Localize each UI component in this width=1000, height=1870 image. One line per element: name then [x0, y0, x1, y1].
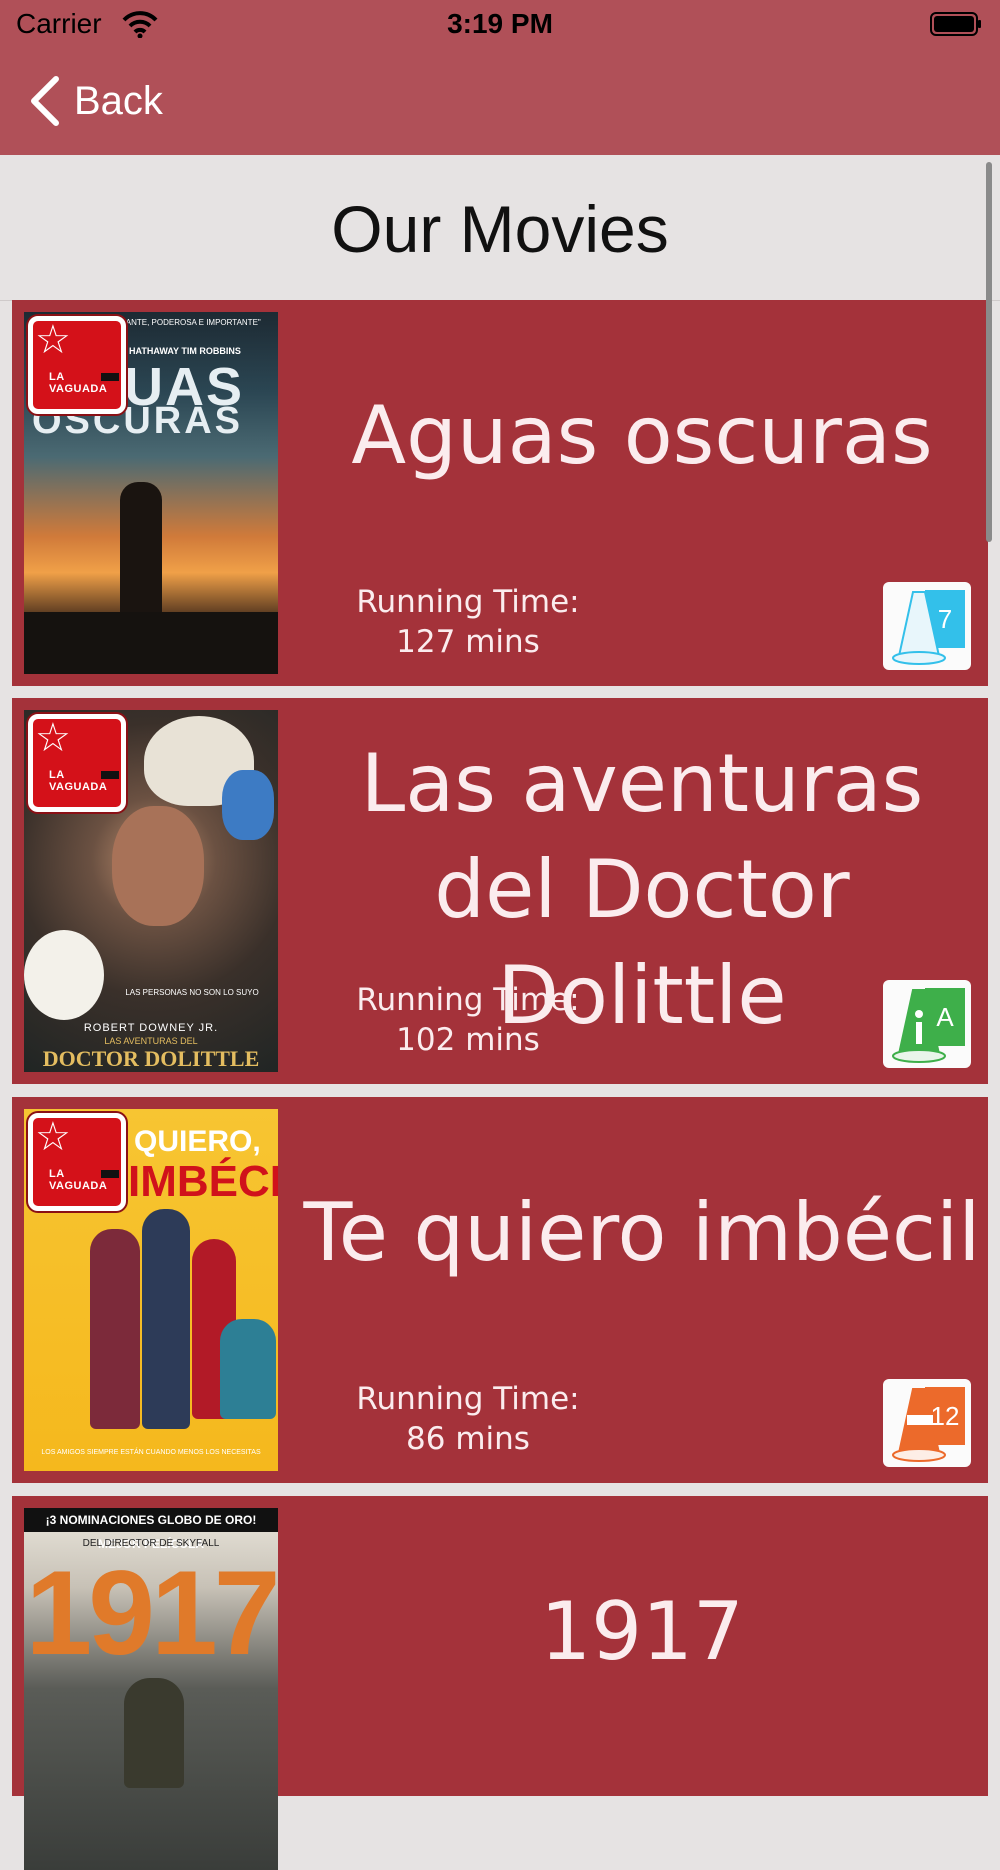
running-time-value: 102 mins	[396, 1022, 540, 1058]
poster-big-text: QUIERO,	[134, 1125, 261, 1158]
movie-card[interactable]: ¡3 NOMINACIONES GLOBO DE ORO! MEJOR PELÍ…	[12, 1496, 988, 1870]
running-time-value: 86 mins	[406, 1421, 530, 1457]
movie-card[interactable]: QUIERO, IMBÉCIL LOS AMIGOS SIEMPRE ESTÁN…	[12, 1097, 988, 1483]
movie-card[interactable]: "FASCINANTE, PODEROSA E IMPORTANTE" NE H…	[12, 300, 988, 686]
poster-big-text: 1917	[25, 1546, 278, 1680]
poster-big-text-2: IMBÉCIL	[128, 1157, 278, 1206]
poster-actor	[112, 806, 204, 926]
rating-label: 12	[931, 1401, 960, 1431]
theater-logo-badge: ☆ LA VAGUADA	[28, 714, 126, 812]
all-audiences-rating-icon: A	[883, 980, 971, 1068]
running-time: Running Time: 102 mins	[348, 980, 588, 1060]
poster-ground	[24, 612, 278, 674]
movie-poster: "FASCINANTE, PODEROSA E IMPORTANTE" NE H…	[24, 312, 278, 674]
movie-card[interactable]: LAS PERSONAS NO SON LO SUYO ROBERT DOWNE…	[12, 698, 988, 1084]
running-time: Running Time: 86 mins	[348, 1379, 588, 1459]
poster-soldier	[124, 1678, 184, 1788]
theater-logo-badge: ☆ LA VAGUADA	[28, 1113, 126, 1211]
running-time-label: Running Time:	[356, 1381, 580, 1417]
battery-icon	[930, 12, 982, 36]
chevron-left-icon	[31, 76, 59, 126]
star-icon: ☆	[35, 318, 71, 362]
age-12-rating-icon: 12	[883, 1379, 971, 1467]
movie-title: Aguas oscuras	[351, 389, 933, 482]
theater-logo-badge: ☆ LA VAGUADA	[28, 316, 126, 414]
poster-credits: NE HATHAWAY TIM ROBBINS	[114, 346, 241, 356]
age-7-rating-icon: 7	[883, 582, 971, 670]
rating-label: A	[936, 1002, 954, 1032]
back-button[interactable]: Back	[28, 72, 163, 130]
poster-tagline: ¡3 NOMINACIONES GLOBO DE ORO! MEJOR PELÍ…	[24, 1508, 278, 1551]
rating-label: 7	[938, 604, 952, 634]
clock-time: 3:19 PM	[447, 8, 553, 39]
poster-parrot	[222, 770, 274, 840]
poster-tagline: LOS AMIGOS SIEMPRE ESTÁN CUANDO MENOS LO…	[41, 1449, 261, 1456]
poster-credits: ROBERT DOWNEY JR.	[83, 1022, 219, 1034]
title-header: Our Movies	[0, 155, 1000, 301]
poster-big-text: LAS AVENTURAS DEL	[104, 1036, 198, 1046]
poster-tagline: LAS PERSONAS NO SON LO SUYO	[125, 988, 259, 997]
movie-title: Te quiero imbécil	[303, 1186, 981, 1279]
poster-person	[90, 1229, 140, 1429]
poster-person	[220, 1319, 276, 1419]
movie-poster: ¡3 NOMINACIONES GLOBO DE ORO! MEJOR PELÍ…	[24, 1508, 278, 1870]
star-icon: ☆	[35, 716, 71, 760]
running-time-value: 127 mins	[396, 624, 540, 660]
navigation-bar: Back	[0, 48, 1000, 155]
movie-poster: QUIERO, IMBÉCIL LOS AMIGOS SIEMPRE ESTÁN…	[24, 1109, 278, 1471]
status-bar: Carrier 3:19 PM	[0, 0, 1000, 48]
poster-big-text-2: DOCTOR DOLITTLE	[42, 1046, 260, 1071]
star-icon: ☆	[35, 1115, 71, 1159]
page-title: Our Movies	[331, 192, 669, 266]
scrollbar[interactable]	[986, 162, 992, 542]
movie-poster: LAS PERSONAS NO SON LO SUYO ROBERT DOWNE…	[24, 710, 278, 1072]
poster-duck	[24, 930, 104, 1020]
running-time-label: Running Time:	[356, 982, 580, 1018]
movie-title: 1917	[540, 1585, 744, 1678]
poster-person	[142, 1209, 190, 1429]
running-time: Running Time: 127 mins	[348, 582, 588, 662]
back-label: Back	[74, 78, 163, 123]
running-time-label: Running Time:	[356, 584, 580, 620]
